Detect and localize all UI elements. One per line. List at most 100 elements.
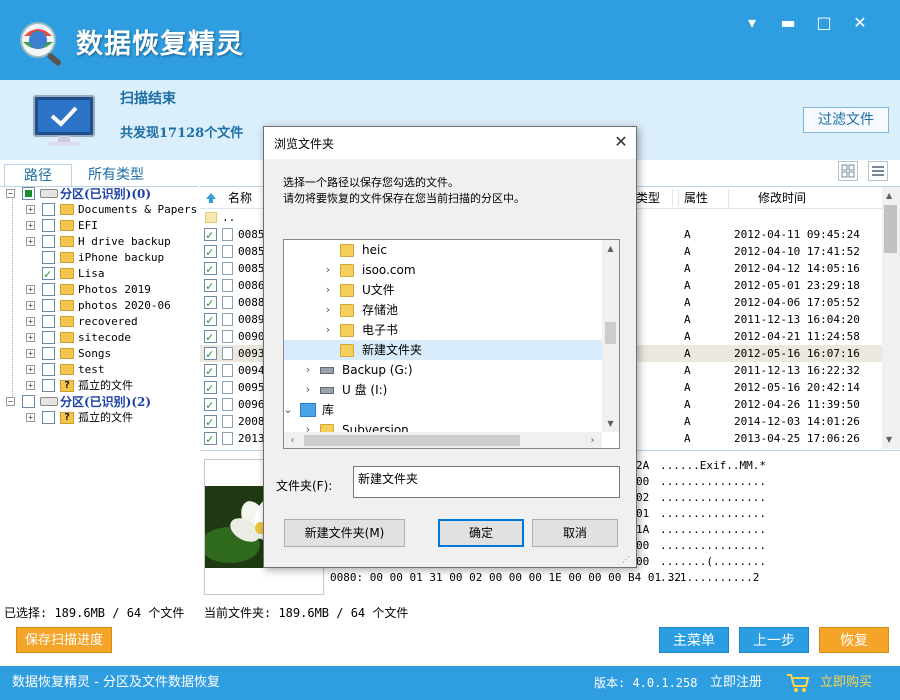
scroll-left-icon[interactable]: ‹ bbox=[284, 432, 301, 448]
file-list-scrollbar[interactable]: ▲ ▼ bbox=[882, 187, 900, 449]
scroll-up-icon[interactable]: ▲ bbox=[602, 240, 619, 257]
file-checkbox[interactable] bbox=[204, 397, 217, 414]
up-arrow-icon[interactable] bbox=[205, 192, 217, 204]
tree-checkbox[interactable] bbox=[42, 363, 55, 376]
tree-expander-icon[interactable]: + bbox=[26, 317, 35, 326]
folder-name-input[interactable]: 新建文件夹 bbox=[353, 466, 620, 498]
cart-icon[interactable] bbox=[786, 672, 810, 694]
dialog-tree-item[interactable]: › U文件 bbox=[284, 280, 602, 300]
dialog-close-icon[interactable]: ✕ bbox=[610, 131, 632, 153]
tree-expander-icon[interactable]: + bbox=[26, 205, 35, 214]
scroll-thumb[interactable] bbox=[884, 205, 897, 253]
resize-grip-icon[interactable]: ⋰ bbox=[622, 555, 632, 565]
new-folder-button[interactable]: 新建文件夹(M) bbox=[284, 519, 405, 547]
grid-view-icon[interactable] bbox=[838, 161, 858, 181]
file-checkbox[interactable] bbox=[204, 380, 217, 397]
file-checkbox[interactable] bbox=[204, 346, 217, 363]
tree-expander-icon[interactable]: − bbox=[6, 397, 15, 406]
main-menu-button[interactable]: 主菜单 bbox=[659, 627, 729, 653]
chevron-right-icon[interactable]: › bbox=[322, 280, 334, 300]
scroll-down-icon[interactable]: ▼ bbox=[886, 435, 892, 444]
dialog-tree-item[interactable]: › 存储池 bbox=[284, 300, 602, 320]
dialog-tree-item[interactable]: ⌄ 库 bbox=[284, 400, 602, 420]
chevron-right-icon[interactable]: › bbox=[322, 260, 334, 280]
close-icon[interactable]: ✕ bbox=[849, 12, 871, 34]
file-checkbox[interactable] bbox=[204, 295, 217, 312]
file-checkbox[interactable] bbox=[204, 261, 217, 278]
scroll-down-icon[interactable]: ▼ bbox=[602, 415, 619, 432]
tree-expander-icon[interactable]: + bbox=[26, 333, 35, 342]
tree-checkbox[interactable] bbox=[42, 315, 55, 328]
column-type[interactable]: 类型 bbox=[636, 187, 660, 209]
maximize-icon[interactable]: □ bbox=[813, 12, 835, 34]
tree-checkbox[interactable] bbox=[42, 347, 55, 360]
menu-dropdown-icon[interactable]: ▾ bbox=[741, 12, 763, 34]
version-label: 版本: 4.0.1.258 bbox=[594, 676, 698, 690]
dialog-tree-item[interactable]: › U 盘 (I:) bbox=[284, 380, 602, 400]
save-scan-progress-button[interactable]: 保存扫描进度 bbox=[16, 627, 112, 653]
tree-checkbox[interactable] bbox=[42, 203, 55, 216]
tree-checkbox[interactable] bbox=[42, 235, 55, 248]
dialog-tree-item[interactable]: › Backup (G:) bbox=[284, 360, 602, 380]
file-checkbox[interactable] bbox=[204, 244, 217, 261]
tree-expander-icon[interactable]: + bbox=[26, 381, 35, 390]
column-attr[interactable]: 属性 bbox=[684, 187, 708, 209]
ok-button[interactable]: 确定 bbox=[438, 519, 524, 547]
recover-button[interactable]: 恢复 bbox=[819, 627, 889, 653]
chevron-right-icon[interactable]: › bbox=[322, 320, 334, 340]
register-link[interactable]: 立即注册 bbox=[710, 666, 762, 700]
dialog-tree-item[interactable]: › isoo.com bbox=[284, 260, 602, 280]
column-name[interactable]: 名称 bbox=[228, 187, 252, 209]
scroll-thumb[interactable] bbox=[304, 435, 520, 446]
buy-link[interactable]: 立即购买 bbox=[820, 666, 872, 700]
minimize-icon[interactable]: ▬ bbox=[777, 12, 799, 34]
tree-checkbox[interactable] bbox=[22, 395, 35, 408]
tab-path[interactable]: 路径 bbox=[4, 164, 72, 186]
tree-expander-icon[interactable]: + bbox=[26, 349, 35, 358]
tree-expander-icon[interactable]: + bbox=[26, 365, 35, 374]
tree-expander-icon[interactable]: + bbox=[26, 413, 35, 422]
scroll-up-icon[interactable]: ▲ bbox=[886, 191, 892, 200]
tree-guide-line bbox=[12, 196, 13, 406]
column-mtime[interactable]: 修改时间 bbox=[758, 187, 806, 209]
tree-checkbox[interactable] bbox=[42, 379, 55, 392]
tree-expander-icon[interactable]: − bbox=[6, 189, 15, 198]
tab-all-types[interactable]: 所有类型 bbox=[78, 164, 154, 186]
chevron-right-icon[interactable]: › bbox=[322, 300, 334, 320]
file-checkbox[interactable] bbox=[204, 227, 217, 244]
app-title: 数据恢复精灵 bbox=[76, 29, 244, 60]
dialog-tree-vscroll[interactable]: ▲ ▼ bbox=[602, 240, 619, 432]
dialog-tree-item[interactable]: › 电子书 bbox=[284, 320, 602, 340]
scroll-right-icon[interactable]: › bbox=[584, 432, 601, 448]
tree-checkbox[interactable] bbox=[42, 283, 55, 296]
file-checkbox[interactable] bbox=[204, 414, 217, 431]
chevron-right-icon[interactable]: › bbox=[302, 360, 314, 380]
tree-expander-icon[interactable]: + bbox=[26, 237, 35, 246]
scroll-thumb[interactable] bbox=[605, 322, 616, 344]
chevron-right-icon[interactable]: › bbox=[302, 380, 314, 400]
list-view-icon[interactable] bbox=[868, 161, 888, 181]
file-checkbox[interactable] bbox=[204, 278, 217, 295]
dialog-tree-item[interactable]: 新建文件夹 bbox=[284, 340, 602, 360]
tree-checkbox[interactable] bbox=[42, 219, 55, 232]
tree-checkbox[interactable] bbox=[42, 411, 55, 424]
previous-step-button[interactable]: 上一步 bbox=[739, 627, 809, 653]
tree-checkbox[interactable] bbox=[22, 187, 35, 200]
tree-checkbox[interactable] bbox=[42, 299, 55, 312]
cancel-button[interactable]: 取消 bbox=[532, 519, 618, 547]
file-checkbox[interactable] bbox=[204, 312, 217, 329]
file-checkbox[interactable] bbox=[204, 431, 217, 448]
file-checkbox[interactable] bbox=[204, 329, 217, 346]
tree-expander-icon[interactable]: + bbox=[26, 301, 35, 310]
tree-checkbox[interactable] bbox=[42, 251, 55, 264]
tree-checkbox[interactable] bbox=[42, 266, 55, 282]
tree-expander-icon[interactable]: + bbox=[26, 221, 35, 230]
dialog-tree-item[interactable]: heic bbox=[284, 240, 602, 260]
filter-files-button[interactable]: 过滤文件 bbox=[803, 107, 889, 133]
dialog-tree-hscroll[interactable]: ‹ › bbox=[284, 432, 602, 448]
chevron-down-icon[interactable]: ⌄ bbox=[284, 400, 294, 420]
dialog-folder-tree[interactable]: heic › isoo.com › U文件 › 存储池 › 电子书 新建文件夹 › Backup (G… bbox=[283, 239, 620, 449]
file-checkbox[interactable] bbox=[204, 363, 217, 380]
tree-checkbox[interactable] bbox=[42, 331, 55, 344]
tree-expander-icon[interactable]: + bbox=[26, 285, 35, 294]
